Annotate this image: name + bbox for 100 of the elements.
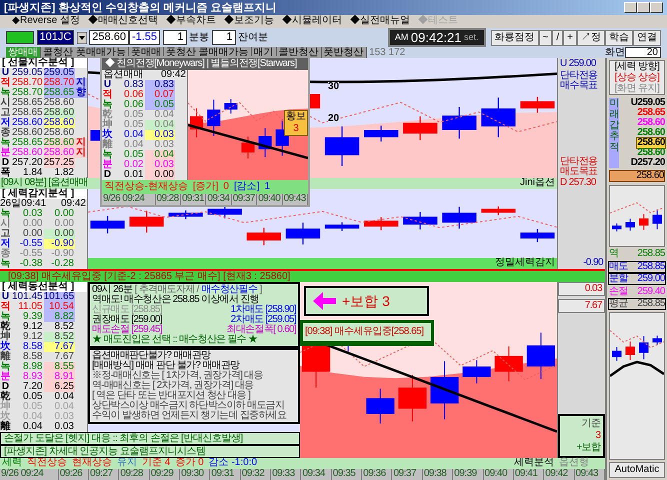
info-text: ★ 매도진입은 선택 :: 매수청산은 필수 ★ bbox=[92, 335, 258, 345]
clock-ampm: AM bbox=[394, 31, 408, 44]
close-button[interactable] bbox=[650, 2, 663, 13]
time-label: 09:34 bbox=[206, 194, 232, 205]
menu-item[interactable]: ◆부속차트 bbox=[162, 15, 220, 28]
row-label: 녹 bbox=[0, 259, 12, 269]
candle bbox=[494, 346, 523, 382]
candle bbox=[207, 99, 220, 136]
value-cell-text: 8.98 bbox=[22, 362, 44, 372]
value-cell-text: 9.12 bbox=[22, 332, 44, 342]
caret-icon[interactable] bbox=[76, 32, 87, 44]
panel-title: [ 세력동선분석 ] bbox=[0, 282, 87, 292]
value-cell: 7.67 bbox=[44, 342, 75, 352]
header-cell-text: 09:42 bbox=[60, 199, 87, 209]
menu-item[interactable]: ◆보조기능 bbox=[220, 15, 278, 28]
row-label: 적 bbox=[102, 90, 114, 100]
direction-title: [세력 방향] bbox=[614, 61, 660, 72]
info-text: ] bbox=[260, 285, 262, 295]
code-dropdown[interactable]: 101JC bbox=[36, 30, 74, 45]
candle bbox=[403, 116, 438, 140]
info-text: 09시 26분 bbox=[92, 285, 132, 295]
menu-item[interactable]: ◆매매신호선택 bbox=[84, 15, 162, 28]
menu-item[interactable]: ◆실전매뉴얼 bbox=[346, 15, 414, 28]
time-label: 09:28 bbox=[156, 194, 181, 205]
value-cell-text: 0.05 bbox=[123, 110, 144, 120]
signal-text: [09:38] 매수세유입중[258.65] bbox=[303, 323, 431, 341]
row-label: 종 bbox=[0, 249, 12, 259]
row-label: U bbox=[2, 292, 10, 302]
bar bbox=[208, 205, 242, 218]
toolbar-button[interactable]: 연결 bbox=[633, 30, 661, 46]
info-text: 1차매도 [258.90] bbox=[230, 305, 296, 315]
value-cell-text: 0.03 bbox=[54, 412, 75, 422]
value-cell-text: 0.06 bbox=[123, 100, 144, 110]
time-label: 09:32 bbox=[240, 469, 272, 480]
arrow-icon bbox=[311, 291, 337, 311]
toolbar-button[interactable]: / bbox=[552, 30, 564, 46]
candle bbox=[462, 360, 491, 384]
signal-tab[interactable]: 풋반청산 bbox=[322, 47, 367, 58]
row-label: 乾 bbox=[102, 110, 114, 120]
toolbar-button[interactable]: ~ bbox=[538, 30, 552, 46]
time-label: 09:30 bbox=[180, 469, 210, 480]
value-cell: 259.05 bbox=[12, 68, 44, 78]
value-cell: 258.65 bbox=[44, 88, 76, 98]
side-label: 지 bbox=[75, 138, 88, 148]
menu-item[interactable]: ◆Reverse 설정 bbox=[8, 15, 84, 28]
value-cell-text: 0.03 bbox=[22, 209, 44, 219]
time-label: 09:43 bbox=[282, 194, 308, 205]
time-label: 09:37 bbox=[232, 194, 258, 205]
row-label: 폭 bbox=[0, 168, 10, 178]
axis-label: 30 bbox=[328, 82, 340, 92]
order-value: 259.40 bbox=[637, 286, 665, 296]
price-field: 258.60 bbox=[89, 30, 129, 45]
minimize-button[interactable] bbox=[624, 2, 637, 13]
notice-text: [파생지존] 차세대 인공지능 요술램프지니시스템 bbox=[0, 445, 300, 458]
value-cell-text: 0.06 bbox=[123, 90, 144, 100]
value-cell: 259.05 bbox=[44, 68, 76, 78]
signal-count: 153 172 bbox=[369, 48, 406, 58]
track-value: 258.60 bbox=[637, 128, 665, 138]
row-label: 종 bbox=[0, 128, 12, 138]
menu-item[interactable]: ◆시뮬레이터 bbox=[278, 15, 346, 28]
candle bbox=[639, 335, 648, 360]
info-text: 권장매도 [259.00] bbox=[92, 315, 162, 325]
value-cell-text: -0.55 bbox=[18, 239, 44, 249]
info-text: [ 추격매도자제 / bbox=[134, 285, 199, 295]
toolbar-button[interactable]: 화룡점정 bbox=[490, 30, 539, 46]
toolbar-button[interactable]: + bbox=[563, 30, 577, 46]
target-label: U 259.00 bbox=[559, 58, 597, 70]
value-cell: 0.00 bbox=[44, 229, 75, 239]
value-cell-text: -0.28 bbox=[50, 259, 75, 269]
minutes-field[interactable]: 1 bbox=[162, 30, 187, 45]
time-label: 09:27 bbox=[89, 469, 120, 480]
value-cell-text: 9.12 bbox=[22, 322, 44, 332]
screen-field[interactable]: 20 bbox=[625, 47, 661, 58]
row-label: 坎 bbox=[0, 412, 12, 422]
order-value: 258.85 bbox=[637, 262, 665, 272]
time-label: 09:26 bbox=[58, 469, 90, 480]
automatic-button[interactable]: AutoMatic bbox=[609, 462, 665, 478]
info-text: [매매방식] 매매 판단 불가? 매매관망 bbox=[92, 361, 240, 371]
toolbar-button[interactable]: 학습 bbox=[605, 30, 633, 46]
side-label: 향 bbox=[75, 88, 88, 98]
base-text: 3 bbox=[596, 430, 600, 442]
value-cell: 0.07 bbox=[144, 90, 175, 100]
time-label: 09:39 bbox=[453, 469, 484, 480]
field-label: 잔여분 bbox=[238, 32, 268, 42]
row-label: 坎 bbox=[102, 130, 114, 140]
popup-title: ◆ 천의전쟁[Moneywars] | 별들의전쟁[Starwars] bbox=[102, 58, 308, 70]
vertical-label: 미래갑추적 bbox=[609, 98, 619, 168]
row-label: 離 bbox=[0, 352, 12, 362]
remaining-field[interactable]: 1 bbox=[212, 30, 236, 45]
row-label: 녹 bbox=[102, 150, 114, 160]
maximize-button[interactable] bbox=[637, 2, 650, 13]
dashed-line bbox=[610, 202, 664, 213]
order-label: 손절 bbox=[609, 286, 628, 296]
row-label: 坤 bbox=[0, 332, 12, 342]
toolbar-button[interactable]: ↗정 bbox=[577, 30, 605, 46]
signal-tab[interactable]: 콜청산 풋매매가능 bbox=[41, 47, 129, 58]
row-label: D bbox=[2, 382, 10, 392]
panel-footer: [09시 08분] [옵션매매 bbox=[0, 178, 100, 189]
bar bbox=[90, 216, 125, 234]
candle bbox=[626, 340, 635, 360]
